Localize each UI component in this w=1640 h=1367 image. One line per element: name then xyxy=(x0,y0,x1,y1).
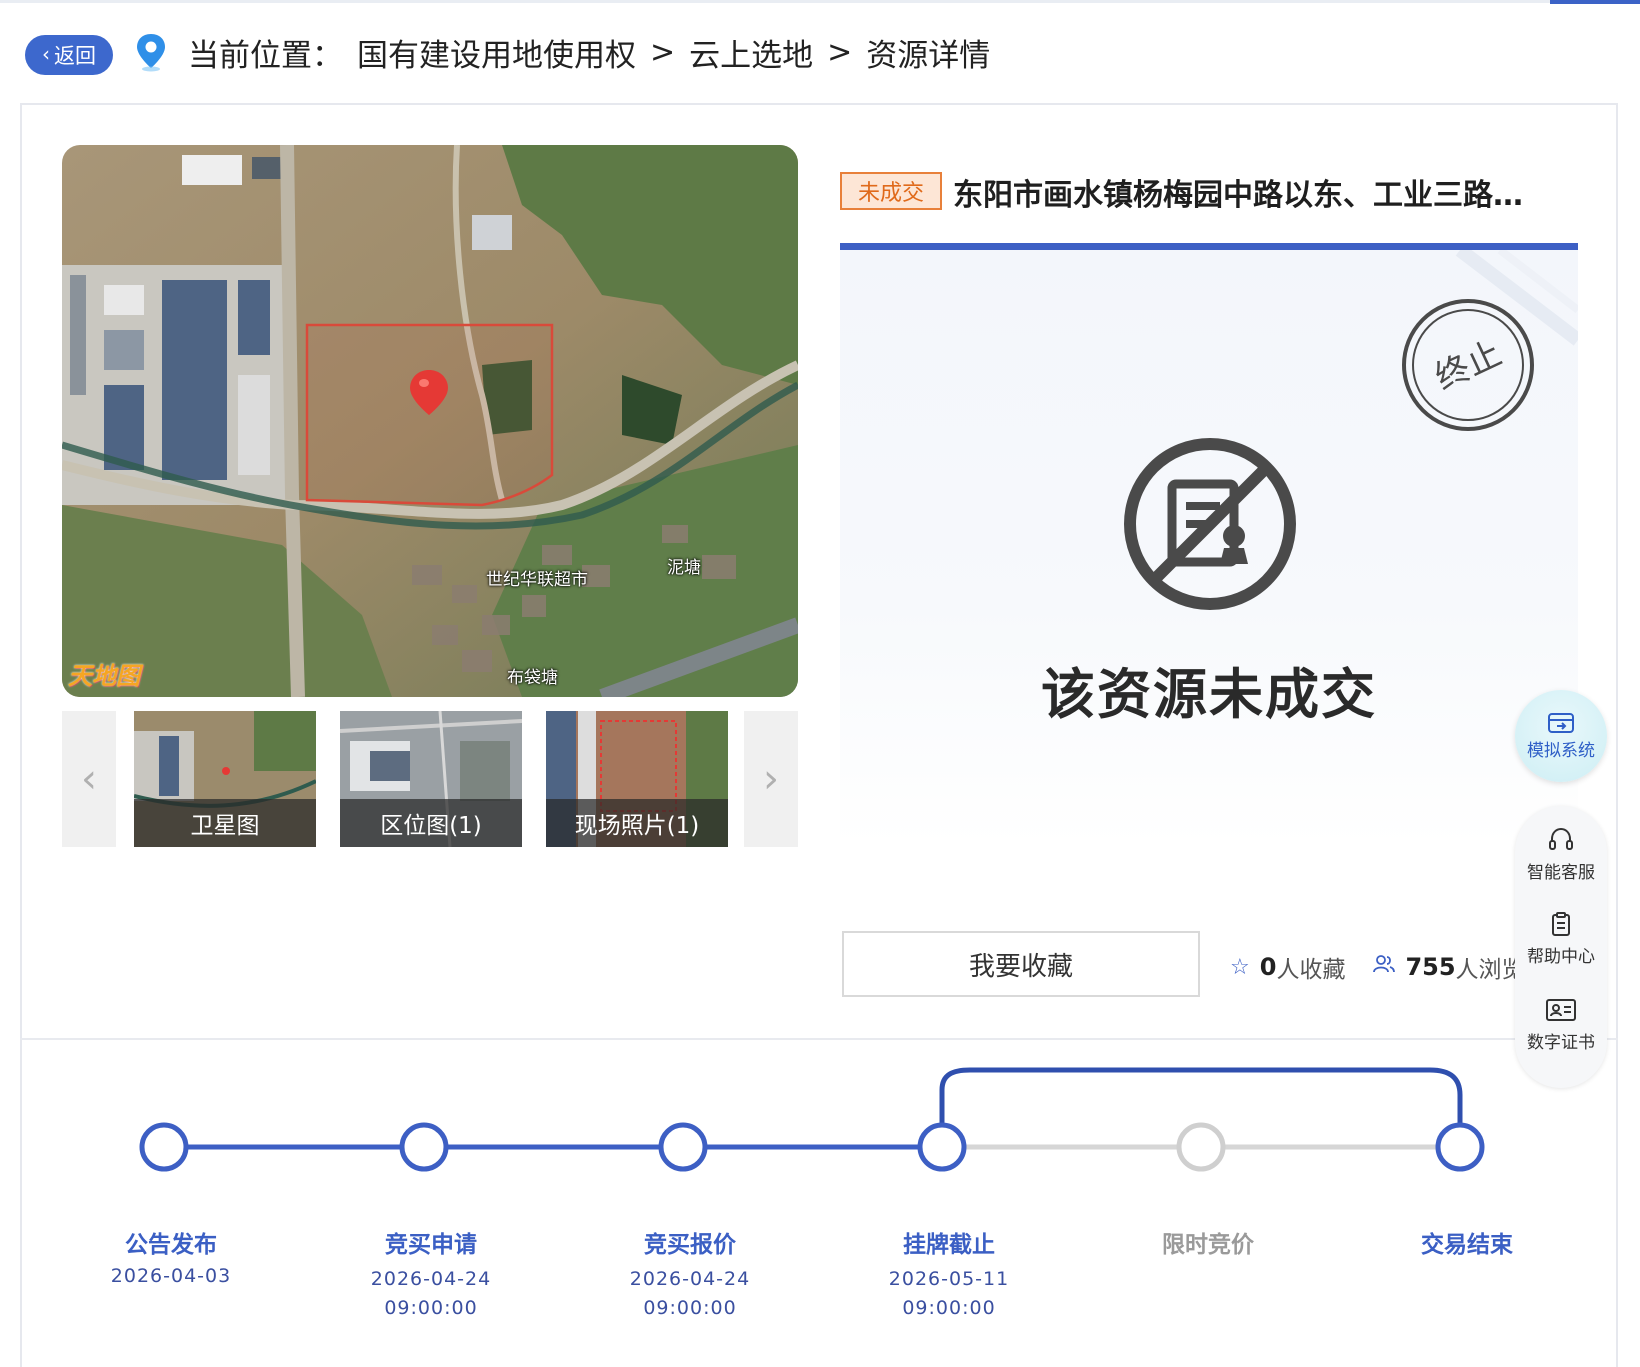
thumbnail-next-button[interactable]: › xyxy=(744,711,798,847)
back-button-label: 返回 xyxy=(54,44,96,68)
smart-service-label: 智能客服 xyxy=(1527,863,1595,883)
breadcrumb-item-cloud-site[interactable]: 云上选地 xyxy=(689,30,813,75)
no-deal-icon xyxy=(1122,436,1298,612)
breadcrumb-separator: > xyxy=(827,35,853,70)
id-card-icon xyxy=(1546,999,1576,1021)
step-date-deadline: 2026-05-11 xyxy=(888,1268,1010,1290)
panel-accent-bar xyxy=(840,243,1578,250)
star-icon: ☆ xyxy=(1230,954,1250,980)
breadcrumb-separator: > xyxy=(650,35,676,70)
smart-service-button[interactable]: 智能客服 xyxy=(1515,826,1607,883)
step-date-announce: 2026-04-03 xyxy=(110,1265,232,1287)
step-label-quote: 竞买报价 xyxy=(644,1232,736,1258)
status-badge: 未成交 xyxy=(840,172,942,210)
step-date-apply: 2026-04-24 xyxy=(370,1268,492,1290)
breadcrumb-item-land-rights[interactable]: 国有建设用地使用权 xyxy=(357,30,636,75)
users-icon xyxy=(1373,954,1396,980)
step-time-apply: 09:00:00 xyxy=(384,1297,478,1319)
favorite-button[interactable]: 我要收藏 xyxy=(842,931,1200,997)
simulate-label: 模拟系统 xyxy=(1527,740,1595,761)
top-divider xyxy=(0,0,1640,3)
view-count: 755 xyxy=(1405,953,1456,981)
map-label-nitang: 泥塘 xyxy=(667,558,701,578)
stamp-text: 终止 xyxy=(1430,334,1508,397)
resource-title: 东阳市画水镇杨梅园中路以东、工业三路… xyxy=(953,178,1523,213)
chevron-left-icon: ‹ xyxy=(81,756,97,802)
satellite-map[interactable]: 世纪华联超市 泥塘 布袋塘 天地图 xyxy=(62,145,798,697)
map-label-supermarket: 世纪华联超市 xyxy=(486,570,588,590)
panel-message: 该资源未成交 xyxy=(1041,663,1377,726)
top-accent-bar xyxy=(1550,0,1640,4)
step-label-announce: 公告发布 xyxy=(125,1232,217,1258)
back-button[interactable]: ‹ 返回 xyxy=(25,35,113,75)
step-date-quote: 2026-04-24 xyxy=(629,1268,751,1290)
step-label-deadline: 挂牌截止 xyxy=(903,1232,995,1258)
step-time-deadline: 09:00:00 xyxy=(902,1297,996,1319)
map-label-budaitang: 布袋塘 xyxy=(507,668,558,688)
location-pin-icon xyxy=(134,32,168,72)
headset-icon xyxy=(1549,827,1573,850)
favorite-count: 0 xyxy=(1259,953,1277,981)
step-label-timed-bid: 限时竞价 xyxy=(1162,1232,1254,1258)
thumbnail-caption: 卫星图 xyxy=(134,799,316,847)
chevron-right-icon: › xyxy=(763,756,779,802)
simulate-system-button[interactable]: 模拟系统 xyxy=(1515,690,1607,782)
step-label-apply: 竞买申请 xyxy=(385,1232,477,1258)
thumbnail-caption: 区位图(1) xyxy=(340,799,522,847)
clipboard-icon xyxy=(1552,912,1570,936)
step-label-end: 交易结束 xyxy=(1421,1232,1513,1258)
thumbnail-satellite[interactable]: 卫星图 xyxy=(134,711,316,847)
thumbnail-site-photo[interactable]: 现场照片(1) xyxy=(546,711,728,847)
resource-stats: ☆ 0 人收藏 755 人浏览 xyxy=(1230,950,1525,984)
help-center-label: 帮助中心 xyxy=(1527,947,1595,967)
breadcrumb-item-detail: 资源详情 xyxy=(866,38,991,74)
transaction-timeline: 公告发布 2026-04-03 竞买申请 2026-04-24 09:00:00… xyxy=(0,1040,1640,1367)
breadcrumb-prefix: 当前位置： xyxy=(188,38,343,74)
terminated-stamp-icon: 终止 xyxy=(1400,297,1536,433)
step-time-quote: 09:00:00 xyxy=(643,1297,737,1319)
thumbnail-location-map[interactable]: 区位图(1) xyxy=(340,711,522,847)
help-center-button[interactable]: 帮助中心 xyxy=(1515,910,1607,967)
thumbnail-prev-button[interactable]: ‹ xyxy=(62,711,116,847)
breadcrumb: 当前位置： 国有建设用地使用权 > 云上选地 > 资源详情 xyxy=(188,30,990,75)
tianditu-logo: 天地图 xyxy=(68,661,140,690)
favorite-suffix: 人收藏 xyxy=(1276,957,1346,983)
simulate-icon xyxy=(1548,712,1574,733)
chevron-left-icon: ‹ xyxy=(42,42,50,66)
thumbnail-caption: 现场照片(1) xyxy=(546,799,728,847)
